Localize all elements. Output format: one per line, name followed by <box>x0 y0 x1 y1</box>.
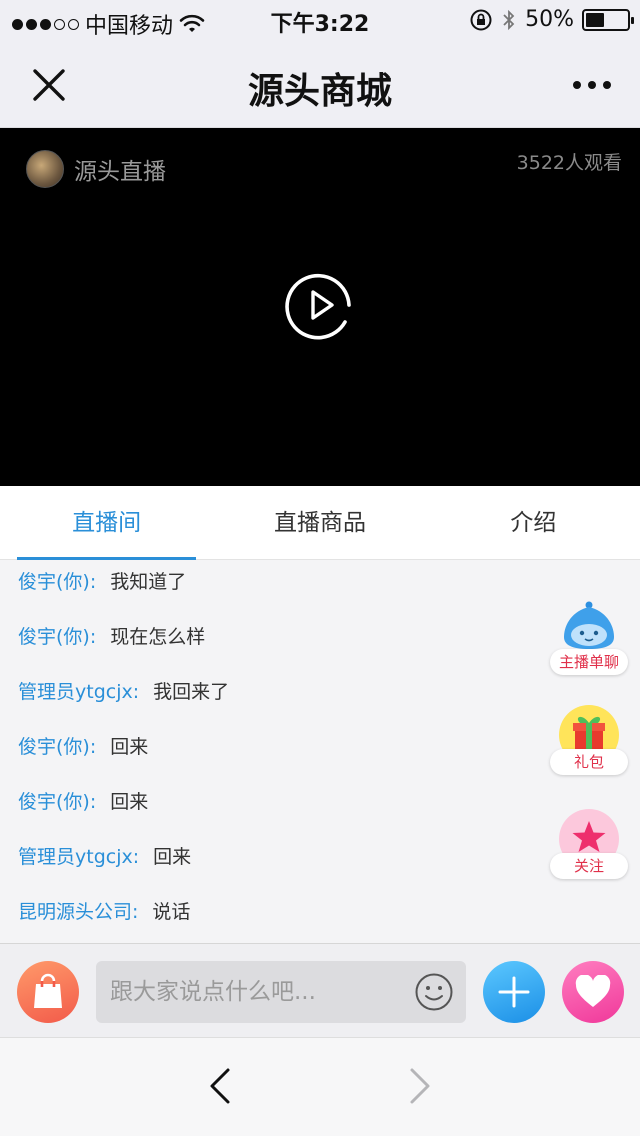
chat-text: 我知道了 <box>110 571 187 593</box>
anchor-chat-button[interactable]: 主播单聊 <box>550 599 628 675</box>
battery-level <box>586 12 604 27</box>
follow-label: 关注 <box>550 853 628 879</box>
chat-user[interactable]: 俊宇(你): <box>18 791 96 813</box>
chat-user[interactable]: 俊宇(你): <box>18 571 96 593</box>
anchor-chat-icon <box>564 601 614 649</box>
avatar <box>26 150 64 188</box>
follow-button[interactable]: 关注 <box>550 809 628 881</box>
chat-text: 我回来了 <box>153 681 230 703</box>
chat-text: 回来 <box>110 736 149 758</box>
chat-message: 俊宇(你): 回来 <box>18 787 148 814</box>
chat-text: 回来 <box>110 791 149 813</box>
emoji-icon[interactable] <box>414 972 454 1012</box>
orientation-lock-icon <box>470 9 492 30</box>
chat-message: 管理员ytgcjx: 回来 <box>18 842 191 869</box>
more-button[interactable] <box>562 58 622 112</box>
forward-icon[interactable] <box>396 1064 440 1108</box>
tab-live-products[interactable]: 直播商品 <box>213 486 426 559</box>
gift-button[interactable]: 礼包 <box>550 705 628 777</box>
viewer-count: 3522人观看 <box>516 152 622 174</box>
chat-message: 俊宇(你): 回来 <box>18 732 148 759</box>
plus-icon <box>498 976 530 1008</box>
chat-message: 昆明源头公司: 说话 <box>18 897 190 924</box>
tab-bar: 直播间 直播商品 介绍 <box>0 486 640 560</box>
chat-list[interactable]: 俊宇(你): 我知道了 俊宇(你): 现在怎么样 管理员ytgcjx: 我回来了 俊宇… <box>0 561 640 943</box>
shopping-bag-icon <box>34 973 62 1008</box>
chat-user[interactable]: 俊宇(你): <box>18 736 96 758</box>
chat-message: 俊宇(你): 我知道了 <box>18 567 186 594</box>
broadcaster-name: 源头直播 <box>74 159 166 185</box>
live-video-player[interactable]: 源头直播 3522人观看 <box>0 128 640 486</box>
chat-user[interactable]: 俊宇(你): <box>18 626 96 648</box>
chat-user[interactable]: 昆明源头公司: <box>18 901 138 923</box>
chat-message: 俊宇(你): 现在怎么样 <box>18 622 205 649</box>
add-button[interactable] <box>483 961 545 1023</box>
chat-user[interactable]: 管理员ytgcjx: <box>18 846 139 868</box>
heart-icon <box>575 975 611 1007</box>
status-bar: 中国移动 下午3:22 50% <box>0 0 640 40</box>
battery-percent: 50% <box>525 7 574 32</box>
tab-live-room[interactable]: 直播间 <box>0 486 213 560</box>
anchor-chat-label: 主播单聊 <box>550 649 628 675</box>
shop-button[interactable] <box>17 961 79 1023</box>
play-icon[interactable] <box>285 270 355 340</box>
chat-message-input[interactable] <box>96 961 466 1023</box>
bluetooth-icon <box>503 9 515 30</box>
chat-user[interactable]: 管理员ytgcjx: <box>18 681 139 703</box>
status-right: 50% <box>469 7 634 32</box>
battery-icon <box>582 8 634 31</box>
tab-intro[interactable]: 介绍 <box>427 486 640 559</box>
page-title: 源头商城 <box>247 71 392 112</box>
gift-label: 礼包 <box>550 749 628 775</box>
chat-input-bar <box>0 943 640 1037</box>
chat-message: 管理员ytgcjx: 我回来了 <box>18 677 229 704</box>
chat-text: 回来 <box>153 846 192 868</box>
more-icon <box>573 81 581 89</box>
nav-bar: 源头商城 <box>0 40 640 128</box>
like-button[interactable] <box>562 961 624 1023</box>
browser-toolbar <box>0 1037 640 1136</box>
chat-text: 现在怎么样 <box>110 626 206 648</box>
broadcaster-info[interactable]: 源头直播 <box>26 150 166 188</box>
back-icon[interactable] <box>200 1064 244 1108</box>
chat-text: 说话 <box>152 901 191 923</box>
